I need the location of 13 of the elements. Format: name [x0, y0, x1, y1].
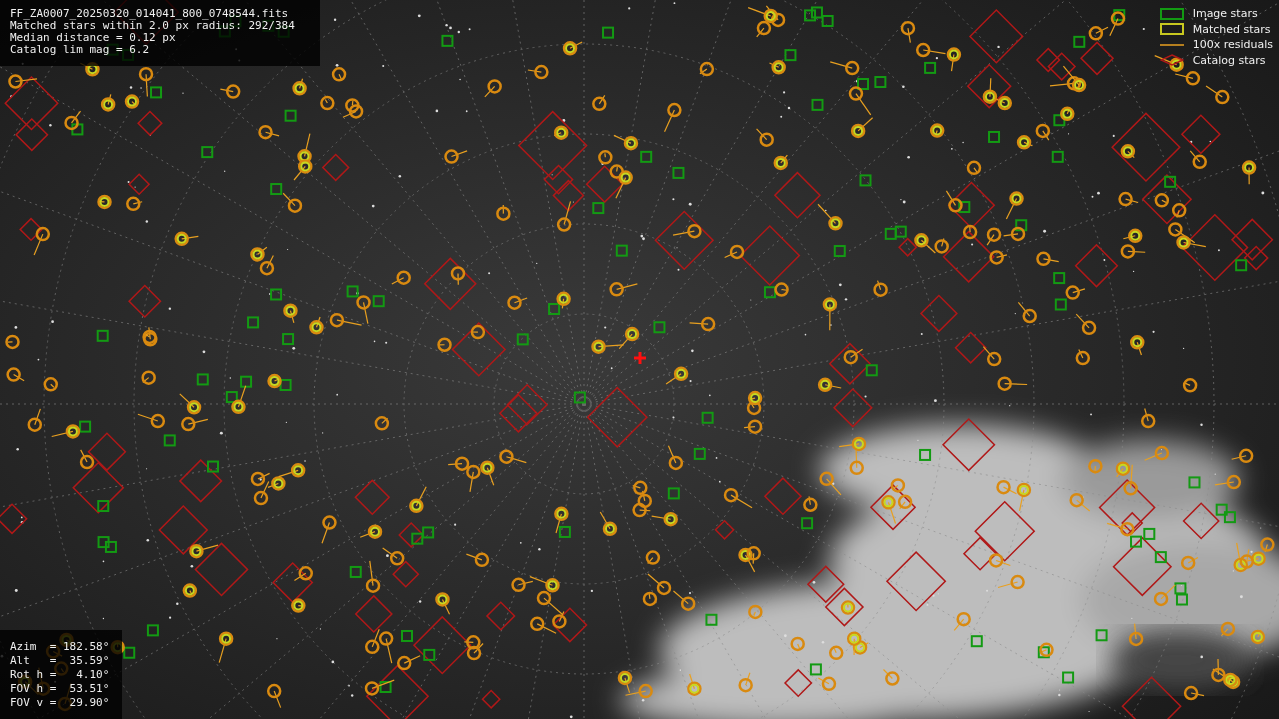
info-text: Matched stars within 2.0 px radius: 292/384	[10, 20, 296, 32]
pointing-text: Rot h = 4.10°	[10, 668, 111, 682]
pointing-text: FOV h = 53.51°	[10, 682, 111, 696]
legend-label: Matched stars	[1192, 22, 1271, 36]
pointing-text: FOV v = 29.90°	[10, 696, 111, 710]
info-text: FF_ZA0007_20250320_014041_800_0748544.fits	[10, 8, 290, 20]
pointing-text: Alt = 35.59°	[10, 654, 111, 668]
info-text: Catalog lim mag = 6.2	[10, 44, 151, 56]
legend-label: Image stars	[1192, 7, 1258, 21]
legend-label: Catalog stars	[1192, 53, 1266, 67]
legend-label: 100x residuals	[1192, 38, 1273, 52]
info-text: Median distance = 0.12 px	[10, 32, 177, 44]
pointing-text: Azim = 182.58°	[10, 640, 111, 654]
